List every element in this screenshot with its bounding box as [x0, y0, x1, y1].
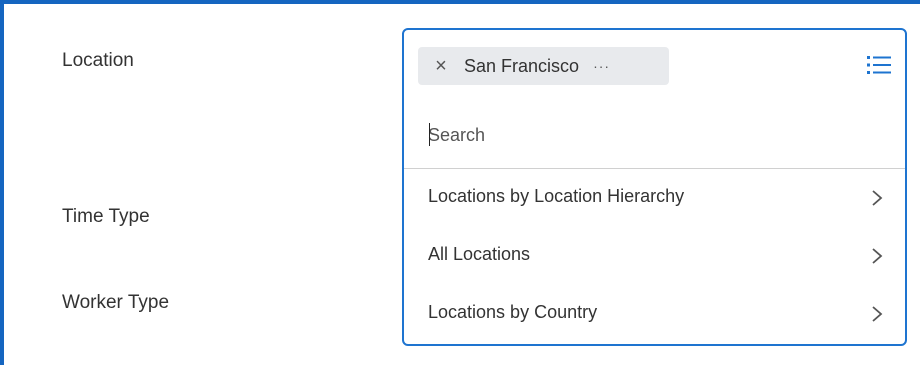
option-locations-by-country[interactable]: Locations by Country — [404, 285, 905, 343]
time-type-label: Time Type — [62, 206, 150, 227]
option-locations-by-hierarchy[interactable]: Locations by Location Hierarchy — [404, 169, 905, 227]
close-icon[interactable]: × — [432, 55, 450, 78]
list-icon[interactable] — [867, 54, 891, 76]
location-label: Location — [62, 50, 134, 71]
form-panel: Location Time Type Worker Type × San Fra… — [0, 0, 920, 365]
option-label: Locations by Location Hierarchy — [428, 186, 685, 206]
ellipsis-icon[interactable]: ··· — [593, 58, 610, 74]
worker-type-label: Worker Type — [62, 292, 170, 313]
selected-location-pill[interactable]: × San Francisco ··· — [418, 47, 669, 85]
chevron-right-icon — [872, 306, 883, 322]
selected-location-text: San Francisco — [464, 55, 580, 76]
text-cursor — [429, 123, 430, 146]
selected-values-row: × San Francisco ··· — [404, 30, 905, 106]
search-input[interactable] — [428, 120, 868, 150]
chevron-right-icon — [872, 248, 883, 264]
option-label: Locations by Country — [428, 302, 598, 322]
location-prompt-dropdown: × San Francisco ··· Locations by Locatio… — [402, 28, 907, 346]
search-row — [404, 106, 905, 169]
option-label: All Locations — [428, 244, 531, 264]
option-all-locations[interactable]: All Locations — [404, 227, 905, 285]
chevron-right-icon — [872, 190, 883, 206]
